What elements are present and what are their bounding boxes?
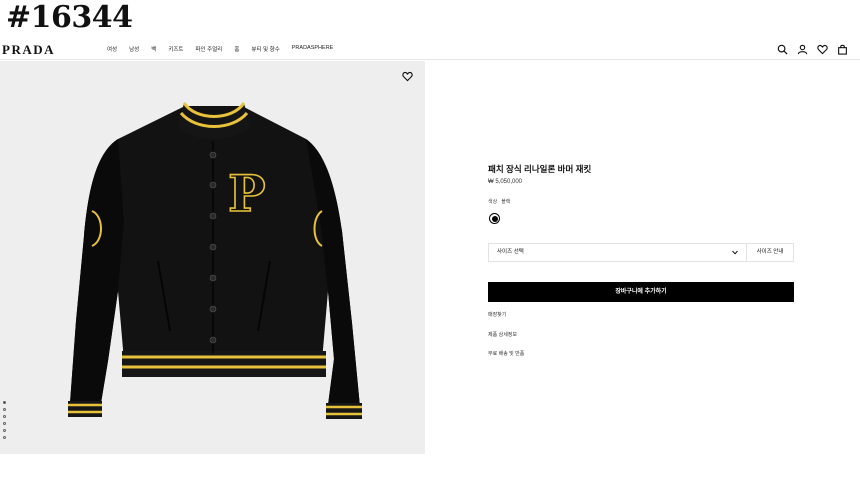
- color-value: 블랙: [501, 199, 511, 205]
- nav-item-beauty[interactable]: 뷰티 및 향수: [251, 45, 279, 53]
- nav-item-fine-jewelry[interactable]: 파인 주얼리: [196, 45, 223, 53]
- gallery-dot[interactable]: [3, 415, 6, 418]
- gallery-dot[interactable]: [3, 401, 6, 404]
- color-label: 색상: [488, 199, 498, 205]
- heart-icon[interactable]: [402, 71, 413, 82]
- shipping-returns-link[interactable]: 무료 배송 및 반품: [488, 350, 524, 357]
- gallery-dot[interactable]: [3, 408, 6, 411]
- product-image-jacket: P: [68, 102, 362, 419]
- gallery-pagination: [3, 401, 6, 439]
- product-title: 패치 장식 리나일론 바머 재킷: [488, 164, 592, 174]
- swatch-fill: [491, 215, 498, 222]
- nav-item-home[interactable]: 홈: [234, 45, 239, 53]
- size-row: 사이즈 선택 사이즈 안내: [488, 243, 794, 262]
- nav-item-men[interactable]: 남성: [129, 45, 139, 53]
- shopping-bag-icon[interactable]: [837, 44, 848, 55]
- account-icon[interactable]: [797, 44, 808, 55]
- nav-item-kids[interactable]: 키즈트: [168, 45, 183, 53]
- color-swatch-black[interactable]: [489, 213, 500, 224]
- product-details-link[interactable]: 제품 상세정보: [488, 331, 524, 338]
- product-links: 매장찾기 제품 상세정보 무료 배송 및 반품: [488, 311, 524, 370]
- header-actions: [777, 44, 848, 55]
- gallery-dot[interactable]: [3, 422, 6, 425]
- svg-text:P: P: [228, 164, 266, 223]
- overlay-tag: #16344: [6, 0, 133, 35]
- product-image-gallery[interactable]: P: [0, 61, 425, 454]
- nav-item-women[interactable]: 여성: [107, 45, 117, 53]
- nav-item-pradasphere[interactable]: PRADASPHERE: [292, 45, 334, 53]
- brand-logo[interactable]: PRADA: [2, 42, 55, 58]
- wishlist-icon[interactable]: [817, 44, 828, 55]
- search-icon[interactable]: [777, 44, 788, 55]
- main-nav: 여성 남성 백 키즈트 파인 주얼리 홈 뷰티 및 향수 PRADASPHERE: [107, 45, 333, 53]
- store-finder-link[interactable]: 매장찾기: [488, 311, 524, 318]
- size-guide-button[interactable]: 사이즈 안내: [746, 244, 793, 261]
- add-to-cart-button[interactable]: 장바구니에 추가하기: [488, 282, 794, 302]
- color-info: 색상 블랙: [488, 198, 510, 205]
- gallery-dot[interactable]: [3, 436, 6, 439]
- chevron-down-icon: [732, 250, 738, 255]
- size-select[interactable]: 사이즈 선택: [489, 244, 746, 261]
- product-price: ₩ 5,050,000: [488, 179, 523, 185]
- size-select-label: 사이즈 선택: [497, 249, 524, 255]
- gallery-dot[interactable]: [3, 429, 6, 432]
- site-header: PRADA 여성 남성 백 키즈트 파인 주얼리 홈 뷰티 및 향수 PRADA…: [0, 40, 860, 60]
- nav-item-bags[interactable]: 백: [151, 45, 156, 53]
